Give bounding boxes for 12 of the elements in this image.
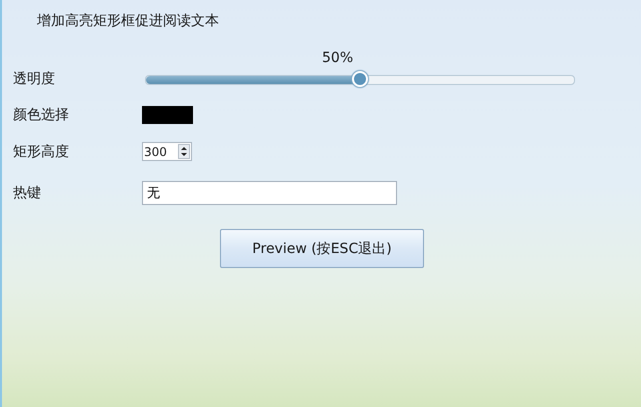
spin-arrows-icon[interactable]: [178, 144, 190, 159]
height-label: 矩形高度: [13, 142, 70, 160]
hotkey-field[interactable]: 无: [142, 181, 397, 205]
color-label: 颜色选择: [13, 106, 70, 124]
color-swatch[interactable]: [142, 106, 193, 124]
slider-thumb[interactable]: [352, 71, 368, 87]
preview-button[interactable]: Preview (按ESC退出): [220, 229, 424, 268]
opacity-label: 透明度: [13, 70, 56, 88]
opacity-reading: 50%: [322, 50, 354, 68]
hotkey-label: 热键: [13, 184, 42, 202]
height-spinbox[interactable]: 300: [142, 142, 192, 161]
window-title: 增加高亮矩形框促进阅读文本: [37, 12, 220, 30]
